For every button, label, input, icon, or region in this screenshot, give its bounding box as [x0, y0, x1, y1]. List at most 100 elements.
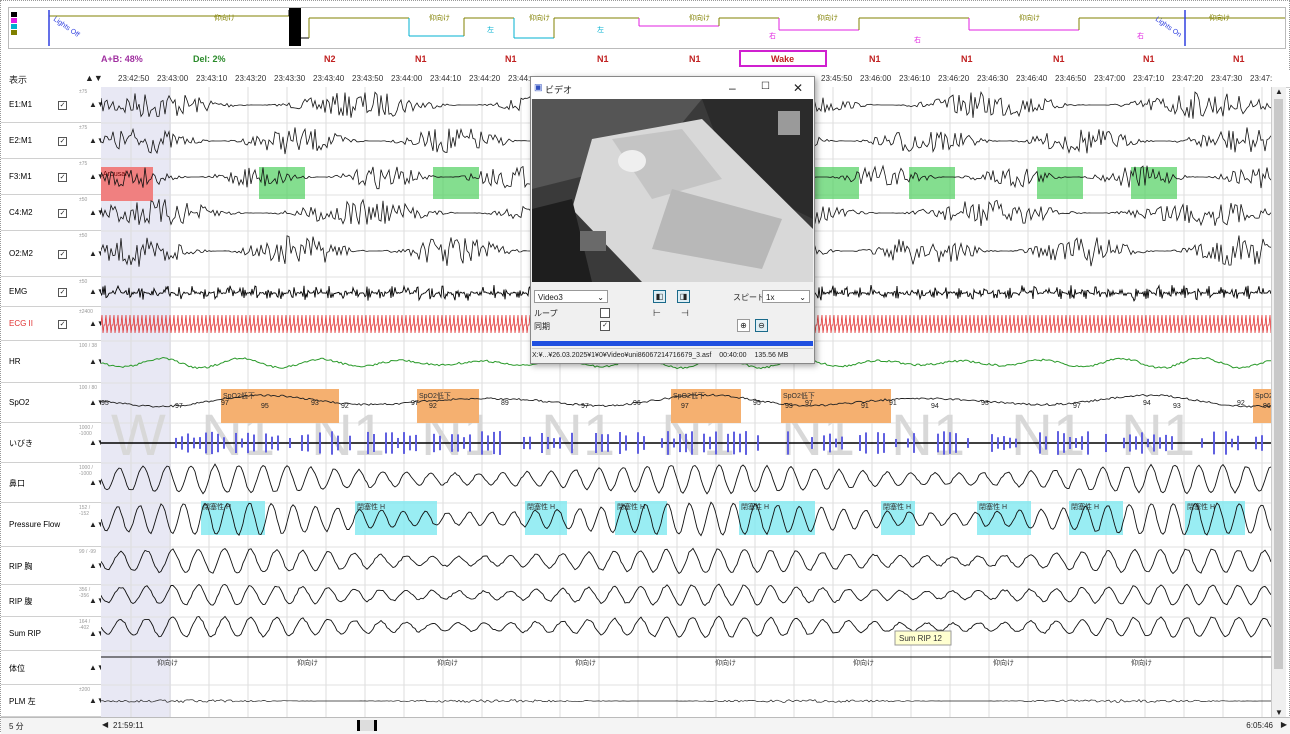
snore-bar	[865, 432, 867, 454]
video-progress[interactable]	[532, 341, 813, 346]
zoom-label[interactable]: 5 分	[9, 721, 24, 732]
hypnogram-trace: Lights Off Lights On 仰向け 仰向け 仰向け 仰向け 仰向け 仰向け 仰向け…	[48, 8, 1285, 46]
snore-bar	[943, 431, 945, 455]
video-source-select[interactable]: Video3 ⌄	[534, 290, 608, 303]
zoom-out-icon[interactable]: ⊖	[755, 319, 768, 332]
zoom-in-icon[interactable]: ⊕	[737, 319, 750, 332]
mark-out-icon[interactable]: ⊣	[681, 308, 689, 319]
channel-checkbox[interactable]: ✓	[58, 250, 67, 259]
loop-checkbox[interactable]	[600, 308, 610, 318]
spo2-value: 91	[861, 403, 869, 410]
video-titlebar[interactable]: ▣ ビデオ – ☐ ✕	[531, 77, 814, 99]
close-icon[interactable]: ✕	[793, 81, 803, 95]
spo2-value: 95	[101, 400, 109, 407]
snore-bar	[199, 437, 201, 449]
channel-row[interactable]: RIP 腹 356 / -356 ▲▼	[1, 585, 105, 617]
channel-row[interactable]: Pressure Flow 152 / -152 ▲▼	[1, 503, 105, 547]
channel-row[interactable]: 体位 ▲▼	[1, 651, 105, 685]
channel-row[interactable]: E2:M1 ✓ ±75 ▲▼	[1, 123, 105, 159]
scroll-thumb[interactable]	[1274, 99, 1283, 669]
snore-bar	[223, 437, 225, 449]
snore-bar	[1063, 433, 1065, 453]
wake-highlight	[739, 50, 827, 67]
sum-rip-tag-label: Sum RIP 12	[899, 634, 943, 643]
snore-bar	[217, 433, 219, 453]
channel-checkbox[interactable]: ✓	[58, 209, 67, 218]
channel-row[interactable]: E1:M1 ✓ ±75 ▲▼	[1, 87, 105, 123]
snore-bar	[1057, 431, 1059, 455]
channel-row[interactable]: 鼻口 1000 / -1000 ▲▼	[1, 463, 105, 503]
channel-name: ECG II	[9, 319, 34, 328]
snore-bar	[403, 432, 405, 454]
time-tick: 23:47:30	[1211, 74, 1243, 83]
spo2-value: 93	[311, 400, 319, 407]
channel-checkbox[interactable]: ✓	[58, 288, 67, 297]
spo2-value: 94	[931, 403, 939, 410]
channel-row[interactable]: O2:M2 ✓ ±50 ▲▼	[1, 231, 105, 277]
snore-bar	[265, 433, 267, 453]
sync-checkbox[interactable]: ✓	[600, 321, 610, 331]
channel-row[interactable]: SpO2 100 / 80 ▲▼	[1, 383, 105, 423]
timeline-end: 6:05:46	[1246, 721, 1273, 730]
position-label: 仰向け	[993, 658, 1014, 667]
spo2-value: 93	[785, 403, 793, 410]
video-window[interactable]: ▣ ビデオ – ☐ ✕ Video3 ⌄ ◧ ◨ スピード 1x ⌄ ループ ⊢…	[530, 76, 815, 364]
vertical-scrollbar[interactable]: ▲ ▼	[1271, 87, 1286, 717]
channel-name: Pressure Flow	[9, 520, 61, 529]
position-label: 仰向け	[437, 658, 458, 667]
channel-checkbox[interactable]: ✓	[58, 320, 67, 329]
speed-value: 1x	[766, 293, 775, 302]
legend-swatch	[11, 12, 17, 17]
maximize-icon[interactable]: ☐	[761, 81, 770, 92]
next-frame-button[interactable]: ◨	[677, 290, 690, 303]
channel-row[interactable]: HR 100 / 38 ▲▼	[1, 341, 105, 383]
stage-label: N1	[415, 54, 427, 64]
scroll-left-icon[interactable]: ◀	[102, 720, 108, 729]
time-tick: 23:45:50	[821, 74, 853, 83]
snore-bar	[709, 436, 711, 450]
speed-select[interactable]: 1x ⌄	[762, 290, 810, 303]
mark-in-icon[interactable]: ⊢	[653, 308, 661, 319]
hyp-position-label: 仰向け	[1209, 13, 1230, 22]
channel-row[interactable]: いびき 1000 / -1000 ▲▼	[1, 423, 105, 463]
scroll-right-icon[interactable]: ▶	[1281, 720, 1287, 729]
rip-chest-trace	[101, 547, 1271, 575]
snore-bar	[1231, 438, 1233, 448]
channel-row[interactable]: PLM 左 ±200 ▲▼	[1, 685, 105, 717]
snore-bar	[907, 438, 909, 448]
channel-row[interactable]: ECG II ✓ ±2400 ▲▼	[1, 307, 105, 341]
time-tick: 23:43:10	[196, 74, 228, 83]
timeline-thumb[interactable]	[357, 720, 377, 731]
channel-checkbox[interactable]: ✓	[58, 101, 67, 110]
spo2-value: 96	[633, 400, 641, 407]
scroll-down-icon[interactable]: ▼	[1275, 708, 1283, 717]
channel-row[interactable]: EMG ✓ ±50 ▲▼	[1, 277, 105, 307]
spo2-value: 95	[753, 400, 761, 407]
snore-bar	[469, 434, 471, 452]
channel-row[interactable]: RIP 胸 99 / -99 ▲▼	[1, 547, 105, 585]
scroll-up-icon[interactable]: ▲	[1275, 87, 1283, 96]
snore-bar	[247, 432, 249, 454]
snore-bar	[787, 431, 789, 455]
snore-bar	[1165, 434, 1167, 452]
display-arrows[interactable]: ▲▼	[85, 73, 103, 83]
channel-row[interactable]: C4:M2 ✓ ±50 ▲▼	[1, 195, 105, 231]
channel-checkbox[interactable]: ✓	[58, 173, 67, 182]
spo2-value: 97	[805, 400, 813, 407]
snore-bar	[1237, 435, 1239, 451]
channel-checkbox[interactable]: ✓	[58, 137, 67, 146]
prev-frame-button[interactable]: ◧	[653, 290, 666, 303]
hypnogram-overview[interactable]: Lights Off Lights On 仰向け 仰向け 仰向け 仰向け 仰向け 仰向け 仰向け…	[8, 7, 1286, 49]
channel-name: F3:M1	[9, 172, 32, 181]
snore-bar	[955, 433, 957, 453]
minimize-icon[interactable]: –	[729, 81, 736, 95]
snore-bar	[457, 434, 459, 452]
channel-name: C4:M2	[9, 208, 33, 217]
snore-bar	[667, 431, 669, 455]
video-frame	[532, 99, 813, 282]
snore-bar	[679, 433, 681, 453]
channel-row[interactable]: Sum RIP 164 / -402 ▲▼	[1, 617, 105, 651]
snore-bar	[823, 435, 825, 451]
channel-row[interactable]: F3:M1 ✓ ±75 ▲▼	[1, 159, 105, 195]
snore-bar	[415, 434, 417, 452]
